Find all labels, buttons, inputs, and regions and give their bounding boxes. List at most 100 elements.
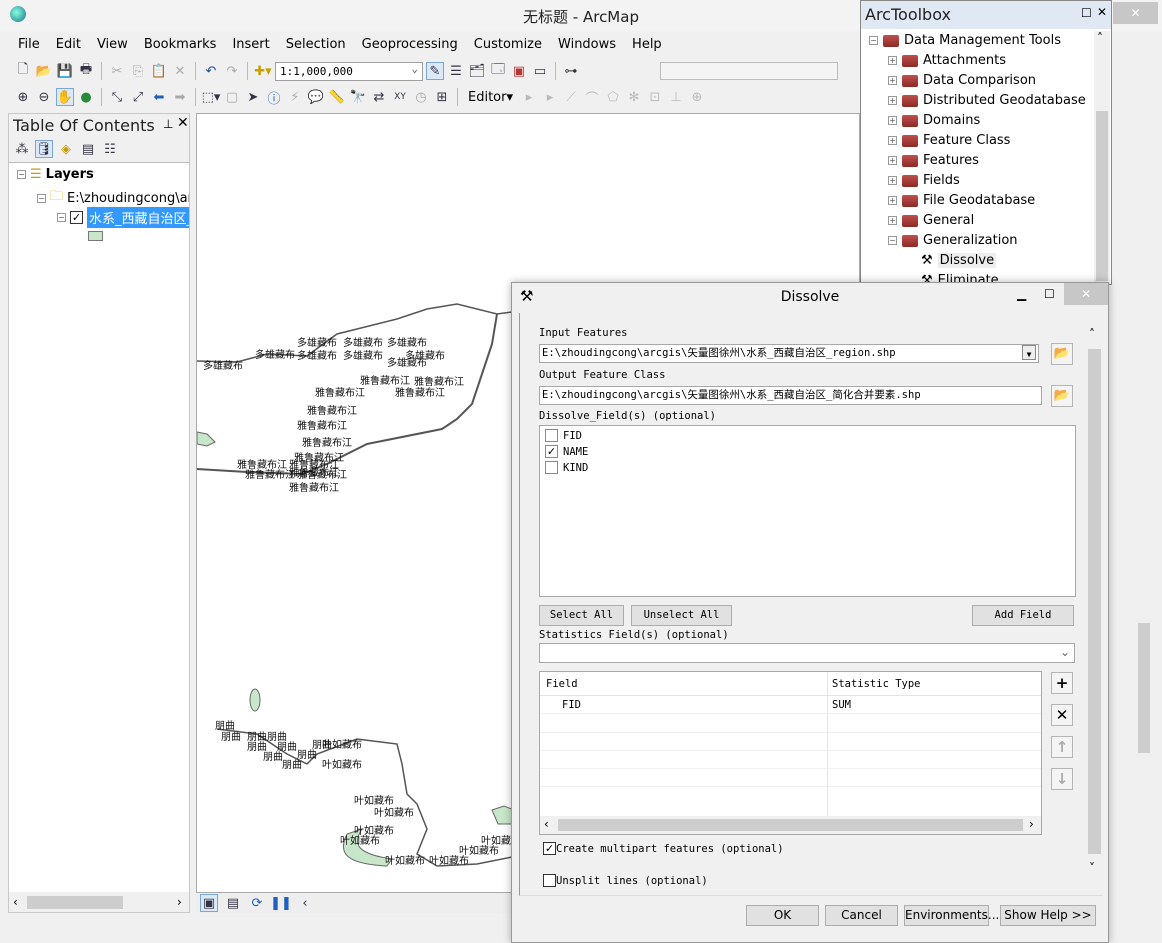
select-all-button[interactable]: Select All: [539, 605, 624, 626]
dissolve-field-checkbox[interactable]: ✓: [545, 445, 558, 458]
layers-node[interactable]: − ☰ Layers: [17, 167, 94, 182]
row-statistic-type[interactable]: SUM: [832, 699, 851, 711]
menu-view[interactable]: View: [89, 35, 136, 55]
unsplit-lines-option[interactable]: Unsplit lines (optional): [543, 874, 708, 887]
expand-icon[interactable]: +: [888, 96, 897, 105]
toolbox-data-management-tools[interactable]: − Data Management Tools: [869, 33, 1061, 48]
undo-icon[interactable]: ↶: [202, 62, 220, 80]
dialog-vertical-scrollbar[interactable]: ˄ ˅: [1086, 313, 1103, 883]
menu-windows[interactable]: Windows: [550, 35, 624, 55]
delete-row-x-icon[interactable]: ✕: [1051, 704, 1073, 726]
close-icon[interactable]: ✕: [177, 115, 189, 131]
zoom-out-icon[interactable]: ⊖: [35, 88, 53, 106]
folder-node[interactable]: − 🗀 E:\zhoudingcong\ar: [37, 187, 189, 209]
map-scale-combobox[interactable]: 1:1,000,000: [275, 60, 423, 81]
topology-icon[interactable]: ⊡: [646, 88, 664, 106]
measure-icon[interactable]: 📏: [328, 88, 346, 106]
dialog-close-button[interactable]: ✕: [1064, 283, 1108, 305]
edit-annotation-icon[interactable]: ▸: [541, 88, 559, 106]
print-icon[interactable]: 🖶: [77, 62, 95, 80]
table-of-contents-icon[interactable]: ☰: [447, 62, 465, 80]
browse-folder-icon[interactable]: 📂: [1051, 385, 1073, 407]
arctoolbox-icon[interactable]: ▣: [510, 62, 528, 80]
toolset-item[interactable]: − Generalization: [888, 233, 1018, 248]
menu-customize[interactable]: Customize: [466, 35, 550, 55]
minimize-icon[interactable]: ▁: [1017, 287, 1026, 301]
list-by-selection-icon[interactable]: ▤: [79, 140, 97, 158]
full-extent-icon[interactable]: ●: [77, 88, 95, 106]
select-features-icon[interactable]: ⬚▾: [202, 88, 221, 106]
unselect-all-button[interactable]: Unselect All: [631, 605, 732, 626]
toc-horizontal-scrollbar[interactable]: ‹ ›: [9, 893, 189, 912]
create-viewer-icon[interactable]: ⊞: [433, 88, 451, 106]
layer-node[interactable]: − ✓ 水系_西藏自治区_r: [57, 207, 189, 228]
expand-icon[interactable]: +: [888, 116, 897, 125]
arctoolbox-scrollbar[interactable]: ˄: [1094, 31, 1110, 284]
expand-icon[interactable]: +: [888, 136, 897, 145]
split-icon[interactable]: ⊥: [667, 88, 685, 106]
cut-icon[interactable]: ✂: [108, 62, 126, 80]
add-field-button[interactable]: Add Field: [972, 605, 1074, 626]
menu-insert[interactable]: Insert: [224, 35, 277, 55]
toolset-item[interactable]: + Fields: [888, 173, 960, 188]
collapse-icon[interactable]: −: [888, 236, 897, 245]
dissolve-field-item[interactable]: FID: [545, 429, 582, 442]
construction-icon[interactable]: ⬠: [604, 88, 622, 106]
toolset-item[interactable]: + Feature Class: [888, 133, 1010, 148]
menu-edit[interactable]: Edit: [48, 35, 89, 55]
toolset-item[interactable]: + Features: [888, 153, 979, 168]
collapse-icon[interactable]: −: [37, 193, 46, 203]
save-icon[interactable]: 💾: [56, 62, 74, 80]
expand-icon[interactable]: +: [888, 196, 897, 205]
find-icon[interactable]: 🔭: [349, 88, 367, 106]
collapse-icon[interactable]: −: [869, 36, 878, 45]
pan-icon[interactable]: ✋: [56, 88, 74, 106]
go-to-xy-icon[interactable]: XY: [391, 88, 409, 106]
move-down-arrow-icon[interactable]: ↓: [1051, 768, 1073, 790]
environments-button[interactable]: Environments...: [904, 905, 999, 926]
dissolve-field-checkbox[interactable]: [545, 461, 558, 474]
select-elements-icon[interactable]: ➤: [244, 88, 262, 106]
add-row-plus-icon[interactable]: +: [1051, 672, 1073, 694]
layout-view-icon[interactable]: ▤: [224, 894, 242, 912]
toolset-item[interactable]: + Distributed Geodatabase: [888, 93, 1086, 108]
toolset-item[interactable]: + File Geodatabase: [888, 193, 1035, 208]
toolset-item[interactable]: + Attachments: [888, 53, 1006, 68]
paste-icon[interactable]: 📋: [150, 62, 168, 80]
zoom-in-icon[interactable]: ⊕: [14, 88, 32, 106]
scroll-left-icon[interactable]: ‹: [296, 894, 314, 912]
identify-icon[interactable]: ⓘ: [265, 88, 283, 107]
arc-segment-icon[interactable]: ⌒: [583, 88, 601, 107]
expand-icon[interactable]: +: [888, 216, 897, 225]
dissolve-field-item[interactable]: ✓ NAME: [545, 445, 588, 458]
fixed-zoom-out-icon[interactable]: ⤢: [129, 88, 147, 106]
menu-bookmarks[interactable]: Bookmarks: [136, 35, 225, 55]
dissolve-field-item[interactable]: KIND: [545, 461, 588, 474]
layer-combobox[interactable]: [660, 62, 838, 80]
redo-icon[interactable]: ↷: [223, 62, 241, 80]
collapse-icon[interactable]: −: [57, 213, 66, 222]
background-window-close-button[interactable]: ✕: [1113, 2, 1158, 24]
maximize-icon[interactable]: ☐: [1044, 287, 1055, 301]
list-by-visibility-icon[interactable]: ◈: [57, 140, 75, 158]
pin-icon[interactable]: ⊥: [163, 117, 173, 131]
toolset-item[interactable]: + Data Comparison: [888, 73, 1036, 88]
layer-label[interactable]: 水系_西藏自治区_r: [87, 207, 189, 228]
python-icon[interactable]: ▭: [531, 62, 549, 80]
maximize-icon[interactable]: ☐: [1081, 6, 1092, 20]
editor-menu[interactable]: Editor▾: [464, 90, 517, 105]
layer-visibility-checkbox[interactable]: ✓: [70, 211, 83, 224]
close-icon[interactable]: ✕: [1097, 5, 1107, 19]
pause-drawing-icon[interactable]: ❚❚: [270, 894, 292, 912]
editor-toolbar-icon[interactable]: ✎: [426, 62, 444, 80]
table-row[interactable]: FID SUM: [540, 696, 1041, 714]
model-builder-icon[interactable]: ⊶: [562, 62, 580, 80]
dissolve-field-checkbox[interactable]: [545, 429, 558, 442]
tool-item[interactable]: ⚒ Dissolve: [921, 253, 997, 268]
fixed-zoom-in-icon[interactable]: ⤡: [108, 88, 126, 106]
cut-polygon-icon[interactable]: ✻: [625, 88, 643, 106]
cancel-button[interactable]: Cancel: [825, 905, 898, 926]
browse-folder-icon[interactable]: 📂: [1051, 343, 1073, 365]
forward-extent-icon[interactable]: ➡: [171, 88, 189, 106]
back-extent-icon[interactable]: ⬅: [150, 88, 168, 106]
